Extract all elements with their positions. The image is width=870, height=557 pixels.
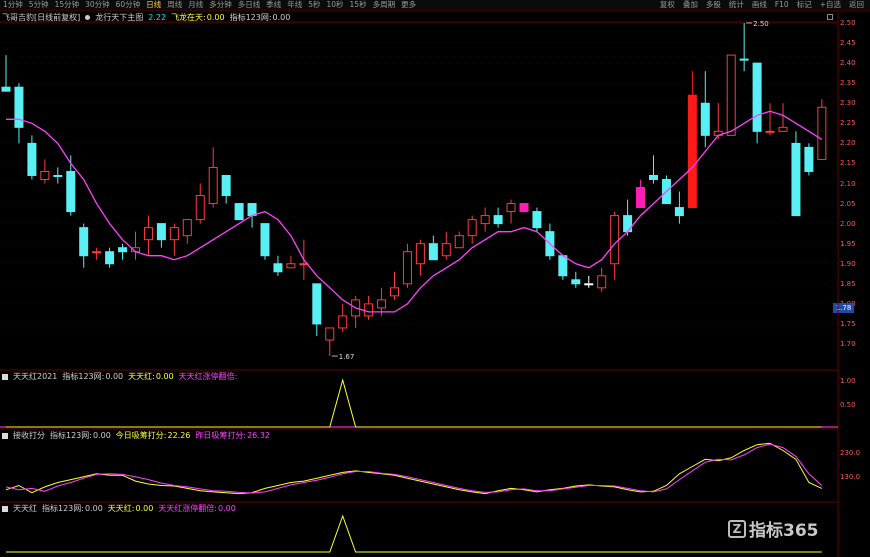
candle-body-2 — [27, 142, 37, 176]
candle-body-50 — [649, 174, 658, 180]
candle-body-8 — [105, 251, 115, 265]
candle-body-49 — [636, 187, 646, 209]
candle-body-38 — [493, 215, 503, 225]
sub3-signal-line — [6, 514, 822, 553]
candle-body-43 — [558, 255, 568, 277]
candle-body-5 — [66, 170, 76, 213]
candle-body-19 — [247, 203, 257, 217]
candle-body-25 — [325, 327, 335, 341]
candle-body-14 — [182, 219, 192, 237]
candle-body-33 — [428, 243, 438, 261]
candle-body-3 — [40, 170, 50, 180]
candle-body-24 — [312, 283, 322, 325]
candle-body-53 — [687, 94, 697, 209]
candle-body-37 — [480, 215, 490, 225]
candle-body-58 — [752, 62, 762, 132]
candle-body-22 — [286, 263, 296, 269]
candle-body-20 — [260, 223, 270, 257]
low-label: 1.67 — [339, 353, 355, 361]
sub1-signal-line — [6, 378, 822, 428]
candle-body-7 — [92, 251, 102, 254]
candle-body-35 — [454, 235, 464, 249]
candle-body-21 — [273, 263, 283, 273]
sub2-line-0 — [5, 442, 823, 495]
sub2-line-1 — [5, 443, 823, 494]
candle-body-59 — [765, 130, 775, 133]
candle-body-47 — [610, 215, 620, 265]
candle-body-4 — [53, 174, 63, 177]
candle-body-18 — [234, 203, 244, 221]
candle-body-57 — [739, 58, 749, 61]
candle-body-13 — [169, 227, 179, 241]
candle-body-63 — [817, 106, 827, 160]
candle-body-62 — [804, 146, 814, 172]
candle-body-41 — [532, 211, 542, 229]
candle-body-0 — [1, 86, 11, 92]
candle-body-56 — [726, 54, 736, 136]
candle-body-54 — [700, 102, 710, 136]
candle-body-1 — [14, 86, 24, 128]
candle-body-29 — [377, 299, 387, 309]
candle-body-11 — [143, 227, 153, 241]
candle-body-40 — [519, 203, 529, 213]
candle-body-30 — [390, 287, 399, 297]
candle-body-36 — [467, 219, 477, 237]
candle-body-46 — [597, 275, 607, 289]
candle-body-17 — [221, 174, 231, 197]
chart-canvas[interactable]: 2.50 1.67 — [0, 0, 870, 557]
candle-body-12 — [156, 223, 166, 241]
logo-icon: Z — [728, 519, 746, 538]
candle-body-39 — [506, 203, 516, 213]
candle-body-34 — [441, 243, 451, 257]
candle-body-45 — [584, 283, 594, 286]
candle-body-31 — [402, 251, 412, 285]
high-label: 2.50 — [753, 20, 769, 28]
candle-body-32 — [415, 243, 425, 265]
watermark-logo: Z 指标365 — [728, 516, 819, 541]
logo-text: 指标365 — [749, 521, 819, 541]
candle-body-61 — [791, 142, 801, 217]
candle-body-60 — [778, 126, 788, 132]
candle-body-52 — [674, 207, 684, 217]
candle-body-15 — [195, 195, 205, 221]
candle-body-26 — [338, 315, 348, 329]
candle-body-9 — [118, 247, 128, 253]
candle-body-6 — [79, 227, 89, 257]
ma-line — [6, 110, 823, 313]
candle-body-16 — [208, 166, 218, 205]
candle-body-44 — [571, 279, 581, 285]
candle-body-28 — [364, 303, 374, 317]
